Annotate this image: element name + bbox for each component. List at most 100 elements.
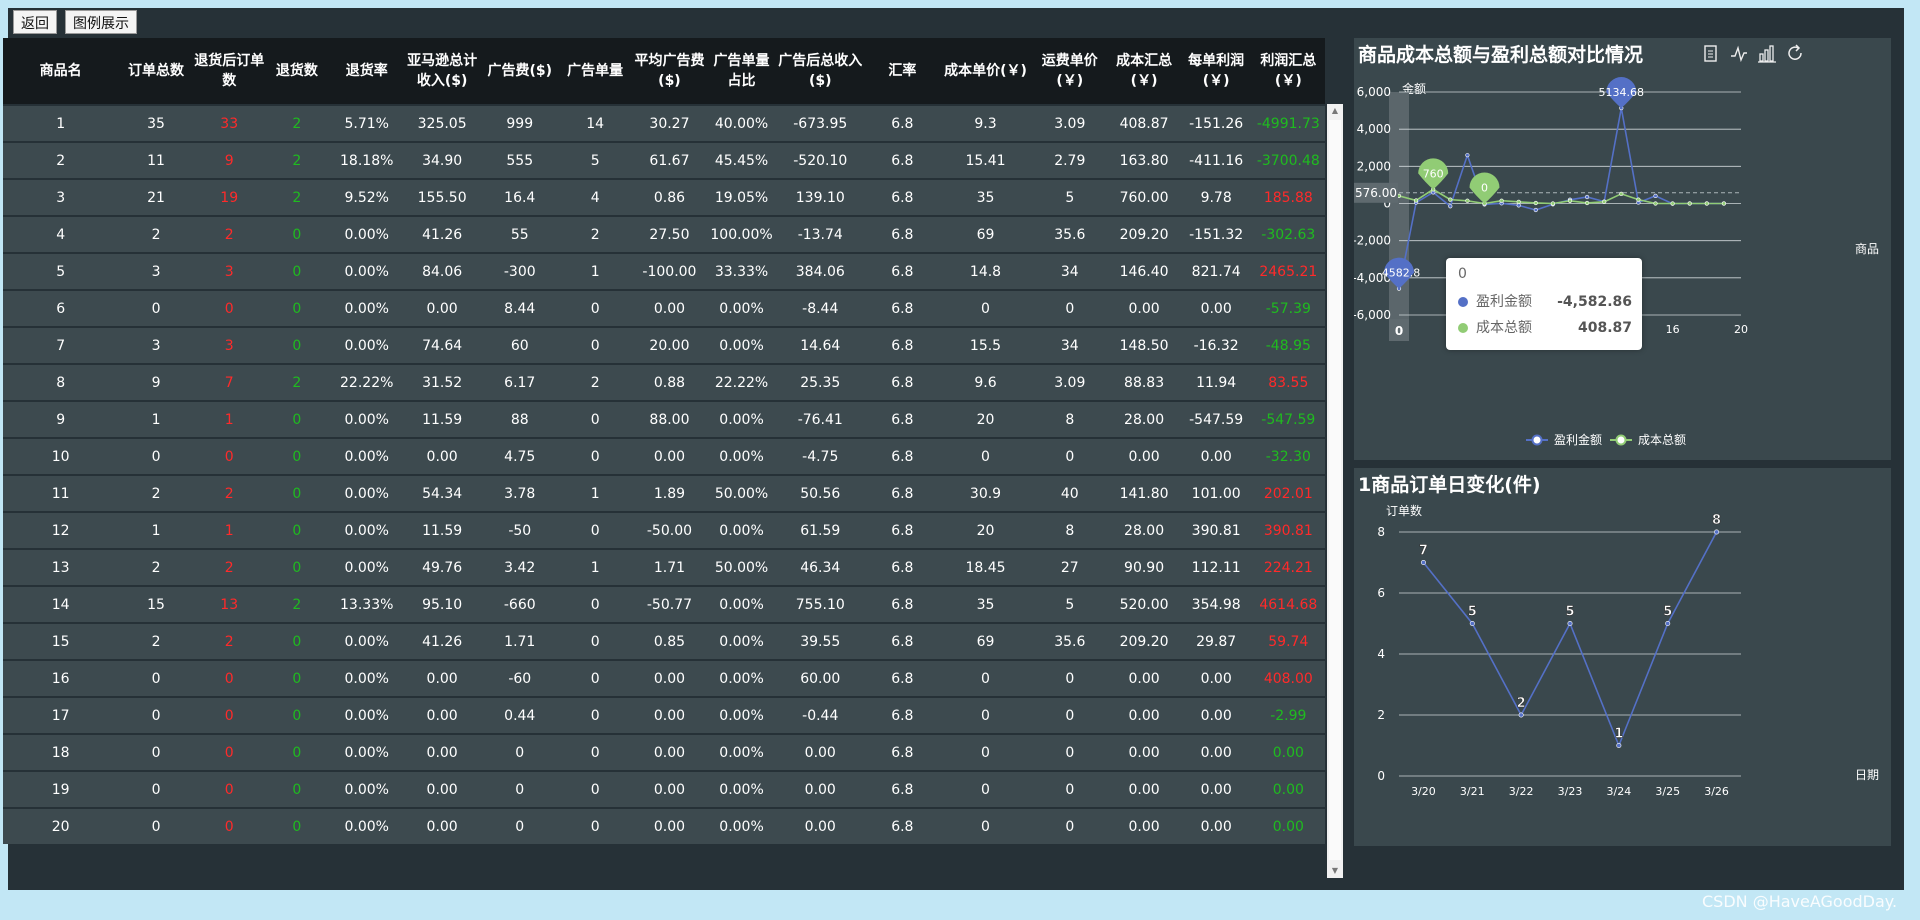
- value-pin: 5134.68: [1599, 77, 1644, 109]
- table-cell: 14: [559, 104, 631, 141]
- table-cell: 0.00%: [708, 437, 775, 474]
- table-cell: 18.18%: [329, 141, 405, 178]
- table-cell: 0: [559, 289, 631, 326]
- table-cell: -547.59: [1180, 400, 1252, 437]
- table-cell: 4: [3, 215, 119, 252]
- product-stats-table-container[interactable]: 商品名 订单总数 退货后订单数 退货数 退货率 亚马逊总计收入($) 广告费($) 广告单量平…: [3, 38, 1325, 851]
- series-line: [1422, 531, 1718, 748]
- table-cell: 7: [3, 326, 119, 363]
- scroll-up-icon[interactable]: ▲: [1327, 104, 1343, 118]
- table-cell: 6.8: [865, 363, 939, 400]
- table-cell: 3.09: [1032, 104, 1108, 141]
- table-row[interactable]: 4 2 2 0 0.00% 41.26 55 2 27.50 100.00% -13.74 6.8 69…: [3, 215, 1325, 252]
- table-cell: 0.88: [630, 363, 709, 400]
- table-cell: 0.00%: [708, 400, 775, 437]
- legend-marker-icon: [1615, 434, 1627, 446]
- table-cell: 555: [479, 141, 560, 178]
- table-cell: -300: [479, 252, 560, 289]
- table-cell: 16: [3, 659, 119, 696]
- table-scrollbar[interactable]: ▲ ▼: [1327, 104, 1343, 878]
- table-cell: 50.00%: [708, 474, 775, 511]
- table-cell: 8.44: [479, 289, 560, 326]
- table-cell: 0: [264, 437, 330, 474]
- table-row[interactable]: 7 3 3 0 0.00% 74.64 60 0 20.00 0.00% 14.64 6.8 15.5 3…: [3, 326, 1325, 363]
- table-row[interactable]: 19 0 0 0 0.00% 0.00 0 0 0.00 0.00% 0.00 6.8 0 0 0.00 0.…: [3, 770, 1325, 807]
- table-cell: 60: [479, 326, 560, 363]
- table-row[interactable]: 1 35 33 2 5.71% 325.05 999 14 30.27 40.00% -673.95…: [3, 104, 1325, 141]
- table-cell: 0: [559, 622, 631, 659]
- table-row[interactable]: 16 0 0 0 0.00% 0.00 -60 0 0.00 0.00% 60.00 6.8 0 0 0.0…: [3, 659, 1325, 696]
- table-cell: 49.76: [404, 548, 480, 585]
- data-label: 5: [1565, 605, 1574, 620]
- table-cell: 6.8: [865, 807, 939, 844]
- table-row[interactable]: 20 0 0 0 0.00% 0.00 0 0 0.00 0.00% 0.00 6.8 0 0 0.00 0.…: [3, 807, 1325, 844]
- table-cell: 22.22%: [329, 363, 405, 400]
- table-cell: 33.33%: [708, 252, 775, 289]
- table-cell: 0.00: [1180, 733, 1252, 770]
- table-cell: 0.00: [774, 807, 866, 844]
- cost-profit-line-chart: -6,000-4,000-2,00002,0004,0006,000048121…: [1354, 77, 1748, 447]
- table-cell: 185.88: [1251, 178, 1325, 215]
- x-pointer-label: 0: [1395, 324, 1403, 338]
- table-cell: 202.01: [1251, 474, 1325, 511]
- table-row[interactable]: 10 0 0 0 0.00% 0.00 4.75 0 0.00 0.00% -4.75 6.8 0 0 0.…: [3, 437, 1325, 474]
- table-cell: 0: [264, 400, 330, 437]
- table-row[interactable]: 12 1 1 0 0.00% 11.59 -50 0 -50.00 0.00% 61.59 6.8 20…: [3, 511, 1325, 548]
- back-button[interactable]: 返回: [13, 10, 57, 34]
- table-cell: 14.64: [774, 326, 866, 363]
- data-point: [1704, 201, 1709, 206]
- table-cell: -3700.48: [1251, 141, 1325, 178]
- table-row[interactable]: 15 2 2 0 0.00% 41.26 1.71 0 0.85 0.00% 39.55 6.8 69 3…: [3, 622, 1325, 659]
- data-point: [1619, 191, 1624, 196]
- table-cell: 0: [264, 252, 330, 289]
- table-row[interactable]: 5 3 3 0 0.00% 84.06 -300 1 -100.00 33.33% 384.06 6.…: [3, 252, 1325, 289]
- scroll-down-icon[interactable]: ▼: [1327, 864, 1343, 878]
- table-row[interactable]: 9 1 1 0 0.00% 11.59 88 0 88.00 0.00% -76.41 6.8 20 8 2…: [3, 400, 1325, 437]
- table-cell: 2: [193, 548, 265, 585]
- data-point: [1653, 193, 1658, 198]
- table-row[interactable]: 6 0 0 0 0.00% 0.00 8.44 0 0.00 0.00% -8.44 6.8 0 0 0.0…: [3, 289, 1325, 326]
- table-cell: 0: [559, 733, 631, 770]
- data-point: [1533, 207, 1538, 213]
- table-cell: 0.00: [1107, 659, 1181, 696]
- x-tick-label: 3/21: [1460, 785, 1485, 798]
- table-row[interactable]: 14 15 13 2 13.33% 95.10 -660 0 -50.77 0.00% 755.10…: [3, 585, 1325, 622]
- table-row[interactable]: 18 0 0 0 0.00% 0.00 0 0 0.00 0.00% 0.00 6.8 0 0 0.00 0.…: [3, 733, 1325, 770]
- table-cell: -32.30: [1251, 437, 1325, 474]
- column-header: 成本单价(￥): [938, 38, 1033, 104]
- table-cell: 2: [264, 141, 330, 178]
- table-cell: 7: [193, 363, 265, 400]
- table-cell: -151.26: [1180, 104, 1252, 141]
- table-cell: 1: [193, 511, 265, 548]
- tooltip-header: 0: [1458, 266, 1467, 282]
- table-cell: 1: [118, 511, 194, 548]
- data-point: [1499, 198, 1504, 203]
- data-point: [1465, 153, 1470, 158]
- table-cell: 0: [193, 289, 265, 326]
- table-cell: -2.99: [1251, 696, 1325, 733]
- table-cell: 9.78: [1180, 178, 1252, 215]
- table-cell: 0.00: [630, 289, 709, 326]
- table-cell: 0.00%: [708, 696, 775, 733]
- table-cell: 0: [264, 289, 330, 326]
- data-point: [1465, 198, 1470, 203]
- series-line: [1398, 188, 1724, 205]
- scroll-thumb[interactable]: [1329, 120, 1341, 860]
- table-cell: 0.00: [404, 289, 480, 326]
- table-cell: 2.79: [1032, 141, 1108, 178]
- table-cell: 6.8: [865, 400, 939, 437]
- table-cell: 1.89: [630, 474, 709, 511]
- table-cell: 6.8: [865, 622, 939, 659]
- table-row[interactable]: 3 21 19 2 9.52% 155.50 16.4 4 0.86 19.05% 139.10 6.…: [3, 178, 1325, 215]
- table-row[interactable]: 2 11 9 2 18.18% 34.90 555 5 61.67 45.45% -520.10 6.…: [3, 141, 1325, 178]
- table-cell: 2: [559, 215, 631, 252]
- table-row[interactable]: 11 2 2 0 0.00% 54.34 3.78 1 1.89 50.00% 50.56 6.8 30…: [3, 474, 1325, 511]
- table-cell: 5: [3, 252, 119, 289]
- legend-display-button[interactable]: 图例展示: [65, 10, 137, 34]
- table-row[interactable]: 8 9 7 2 22.22% 31.52 6.17 2 0.88 22.22% 25.35 6.8 9.…: [3, 363, 1325, 400]
- table-row[interactable]: 13 2 2 0 0.00% 49.76 3.42 1 1.71 50.00% 46.34 6.8 18…: [3, 548, 1325, 585]
- table-row[interactable]: 17 0 0 0 0.00% 0.00 0.44 0 0.00 0.00% -0.44 6.8 0 0 0.…: [3, 696, 1325, 733]
- table-cell: 14: [3, 585, 119, 622]
- table-cell: 0.00%: [329, 474, 405, 511]
- table-cell: 0.00%: [329, 289, 405, 326]
